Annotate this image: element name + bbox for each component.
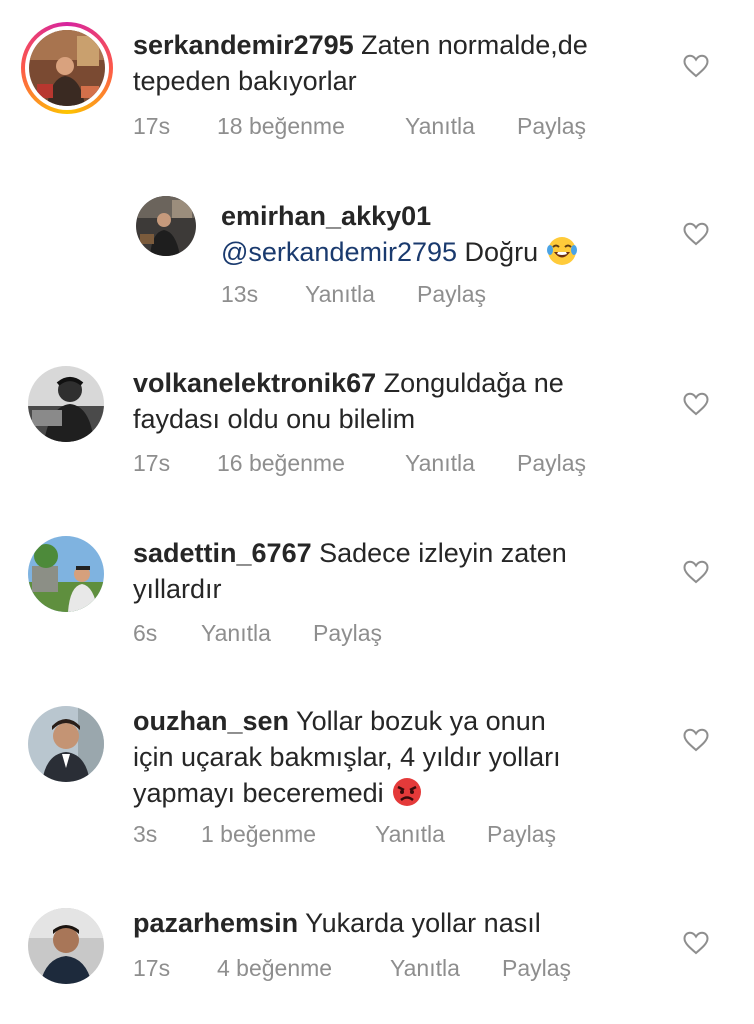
comment-body: ouzhan_sen Yollar bozuk ya onun için uça…: [133, 703, 693, 811]
reply-button[interactable]: Yanıtla: [390, 955, 460, 982]
comment-text: Yollar bozuk ya onun: [296, 706, 546, 736]
comment-meta: 3s 1 beğenme Yanıtla Paylaş: [133, 821, 633, 851]
comment-item: serkandemir2795 Zaten normalde,de tepede…: [0, 0, 754, 170]
comment-text: Zaten normalde,de: [361, 30, 588, 60]
comment-time: 17s: [133, 113, 171, 139]
comment-meta: 13s Yanıtla Paylaş: [221, 281, 621, 311]
comment-body: sadettin_6767 Sadece izleyin zaten yılla…: [133, 535, 693, 607]
comment-text: tepeden bakıyorlar: [133, 66, 357, 96]
story-ring[interactable]: [21, 22, 113, 114]
share-button[interactable]: Paylaş: [487, 821, 556, 848]
comment-item: sadettin_6767 Sadece izleyin zaten yılla…: [0, 510, 754, 680]
avatar[interactable]: [28, 706, 104, 782]
heart-outline-icon[interactable]: [683, 222, 709, 246]
comment-username[interactable]: pazarhemsin: [133, 908, 298, 938]
comment-item: ouzhan_sen Yollar bozuk ya onun için uça…: [0, 680, 754, 890]
comment-time: 17s: [133, 450, 171, 476]
reply-button[interactable]: Yanıtla: [375, 821, 445, 848]
comment-text: Zonguldağa ne: [383, 368, 564, 398]
comment-username[interactable]: serkandemir2795: [133, 30, 354, 60]
reply-item: emirhan_akky01 @serkandemir2795 Doğru 13…: [0, 170, 754, 340]
avatar[interactable]: [28, 366, 104, 442]
likes-count[interactable]: 18 beğenme: [217, 113, 345, 140]
avatar[interactable]: [29, 30, 105, 106]
share-button[interactable]: Paylaş: [417, 281, 486, 308]
comment-text: Sadece izleyin zaten: [319, 538, 567, 568]
heart-outline-icon[interactable]: [683, 54, 709, 78]
angry-emoji-icon: [393, 778, 422, 806]
comment-username[interactable]: volkanelektronik67: [133, 368, 376, 398]
comment-text: yıllardır: [133, 574, 222, 604]
avatar[interactable]: [136, 196, 196, 256]
reply-button[interactable]: Yanıtla: [305, 281, 375, 308]
share-button[interactable]: Paylaş: [502, 955, 571, 982]
heart-outline-icon[interactable]: [683, 560, 709, 584]
reply-button[interactable]: Yanıtla: [405, 113, 475, 140]
comment-username[interactable]: sadettin_6767: [133, 538, 312, 568]
likes-count[interactable]: 4 beğenme: [217, 955, 332, 982]
reply-button[interactable]: Yanıtla: [405, 450, 475, 477]
comment-username[interactable]: ouzhan_sen: [133, 706, 289, 736]
share-button[interactable]: Paylaş: [517, 450, 586, 477]
comment-text: için uçarak bakmışlar, 4 yıldır yolları: [133, 742, 561, 772]
comment-text: Yukarda yollar nasıl: [305, 908, 541, 938]
avatar[interactable]: [28, 908, 104, 984]
comment-text: Doğru: [464, 237, 539, 267]
comment-time: 3s: [133, 821, 158, 847]
heart-outline-icon[interactable]: [683, 728, 709, 752]
comment-body: emirhan_akky01 @serkandemir2795 Doğru: [221, 198, 691, 270]
comment-body: pazarhemsin Yukarda yollar nasıl: [133, 905, 693, 941]
likes-count[interactable]: 1 beğenme: [201, 821, 316, 848]
comment-text: yapmayı beceremedi: [133, 778, 384, 808]
comment-text: faydası oldu onu bilelim: [133, 404, 416, 434]
comment-meta: 17s 18 beğenme Yanıtla Paylaş: [133, 113, 633, 143]
comment-username[interactable]: emirhan_akky01: [221, 201, 431, 231]
comment-meta: 17s 16 beğenme Yanıtla Paylaş: [133, 450, 633, 480]
heart-outline-icon[interactable]: [683, 931, 709, 955]
comment-body: serkandemir2795 Zaten normalde,de tepede…: [133, 27, 693, 99]
reply-button[interactable]: Yanıtla: [201, 620, 271, 647]
share-button[interactable]: Paylaş: [313, 620, 382, 647]
mention-link[interactable]: @serkandemir2795: [221, 237, 457, 267]
comment-meta: 17s 4 beğenme Yanıtla Paylaş: [133, 955, 633, 985]
comment-time: 13s: [221, 281, 259, 307]
share-button[interactable]: Paylaş: [517, 113, 586, 140]
comment-body: volkanelektronik67 Zonguldağa ne faydası…: [133, 365, 693, 437]
heart-outline-icon[interactable]: [683, 392, 709, 416]
avatar[interactable]: [28, 536, 104, 612]
comment-item: pazarhemsin Yukarda yollar nasıl 17s 4 b…: [0, 890, 754, 1024]
likes-count[interactable]: 16 beğenme: [217, 450, 345, 477]
laugh-emoji-icon: [546, 237, 577, 265]
comment-time: 17s: [133, 955, 171, 981]
comment-meta: 6s Yanıtla Paylaş: [133, 620, 533, 650]
comment-item: volkanelektronik67 Zonguldağa ne faydası…: [0, 340, 754, 510]
comment-time: 6s: [133, 620, 158, 646]
